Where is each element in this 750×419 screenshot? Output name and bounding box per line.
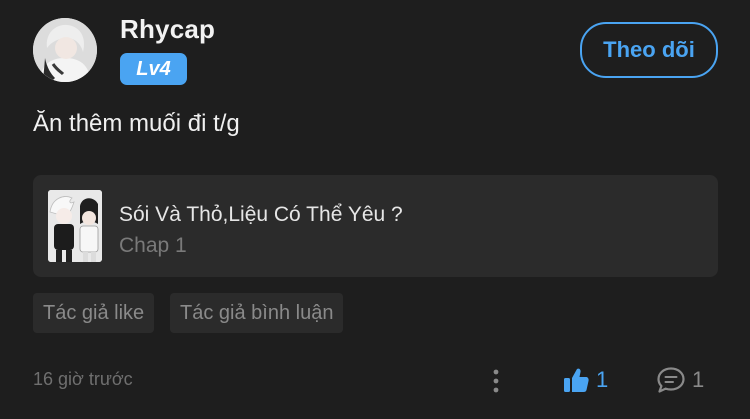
- like-button[interactable]: 1: [562, 363, 608, 397]
- reply-count: 1: [692, 367, 705, 392]
- manga-cover-icon: [48, 190, 102, 262]
- comment-text: Ăn thêm muối đi t/g: [33, 110, 240, 137]
- manga-card[interactable]: Sói Và Thỏ,Liệu Có Thể Yêu ? Chap 1: [33, 175, 718, 277]
- timestamp: 16 giờ trước: [33, 369, 133, 389]
- more-options-button[interactable]: [484, 366, 508, 396]
- reply-button[interactable]: 1: [656, 363, 704, 397]
- like-count: 1: [596, 367, 609, 392]
- avatar[interactable]: [33, 18, 97, 82]
- follow-button[interactable]: Theo dõi: [580, 22, 718, 78]
- user-avatar-icon: [33, 18, 97, 82]
- author-commented-tag: Tác giả bình luận: [170, 293, 344, 333]
- manga-title: Sói Và Thỏ,Liệu Có Thể Yêu ?: [119, 203, 403, 226]
- comment-bubble-icon: [657, 367, 685, 393]
- level-badge: Lv4: [120, 53, 187, 85]
- thumbs-up-icon: [564, 368, 589, 392]
- manga-cover-thumbnail: [48, 190, 102, 262]
- author-liked-tag: Tác giả like: [33, 293, 155, 333]
- manga-chapter: Chap 1: [119, 234, 187, 257]
- username[interactable]: Rhycap: [120, 14, 215, 45]
- more-vertical-icon: [493, 369, 499, 393]
